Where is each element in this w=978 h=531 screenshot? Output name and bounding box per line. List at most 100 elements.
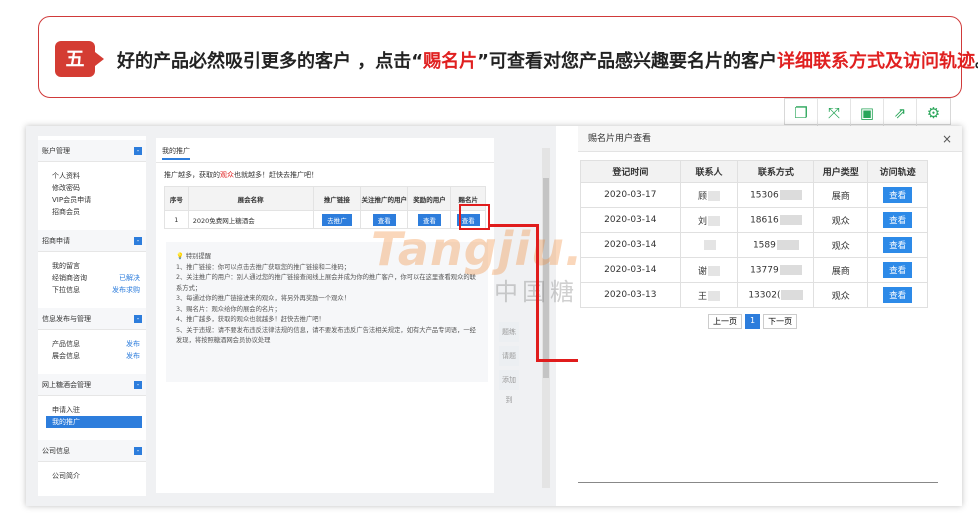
table-row: 2020-03-14 1589 观众 查看: [580, 232, 928, 258]
sidebar-item[interactable]: 经销商咨询 已解决: [38, 272, 146, 284]
sidebar-item[interactable]: VIP会员申请: [38, 194, 146, 206]
sidebar-item-action[interactable]: 发布: [126, 350, 140, 362]
step-badge: 五: [55, 41, 104, 77]
register-date-cell: 2020-03-14: [580, 257, 681, 283]
side-tag[interactable]: 题练: [499, 322, 519, 342]
sidebar-item-action[interactable]: 发布: [126, 338, 140, 350]
notice-title-text: 特别提醒: [185, 253, 212, 260]
col-header: 用户类型: [813, 160, 869, 183]
view-track-button[interactable]: 查看: [883, 237, 913, 253]
arrow-segment: [490, 224, 539, 227]
sidebar-item-label: 下拉信息: [52, 286, 80, 294]
save-icon[interactable]: ▣: [851, 99, 884, 126]
pagination: 上一页 1 下一页: [708, 314, 798, 329]
sidebar-item[interactable]: 公司简介: [38, 470, 146, 482]
sidebar-section-header[interactable]: 网上糖酒会管理 -: [38, 374, 146, 396]
banner-text-part1: 好的产品必然吸引更多的客户 ，点击“: [117, 51, 424, 72]
user-type-cell: 展商: [813, 182, 869, 208]
register-date: 2020-03-14: [604, 215, 657, 225]
register-date-cell: 2020-03-17: [580, 182, 681, 208]
banner-text-part2: ”可查看对您产品感兴趣要名片的客户: [477, 51, 777, 72]
table-row: 2020-03-14 谢 13779 展商 查看: [580, 257, 928, 283]
sidebar-item[interactable]: 招商会员: [38, 206, 146, 218]
redacted-block: [703, 239, 716, 250]
hint-post: 也就越多！赶快去推广吧！: [234, 171, 318, 179]
promote-button[interactable]: 去推广: [322, 213, 352, 226]
contact-phone: 13779: [750, 265, 779, 276]
banner-highlight-contact: 详细联系方式及访问轨迹: [776, 51, 975, 72]
sidebar-item-label: 展会信息: [52, 352, 80, 360]
contact-name-cell: 刘: [679, 207, 739, 233]
view-track-button[interactable]: 查看: [883, 187, 913, 203]
collapse-icon[interactable]: -: [134, 314, 142, 323]
page-1-button[interactable]: 1: [745, 314, 761, 329]
sidebar-item[interactable]: 下拉信息 发布求购: [38, 284, 146, 296]
notice-line: 4、推广越多，获取的观众也就越多！赶快去推广吧！: [176, 316, 325, 323]
view-track-button[interactable]: 查看: [883, 262, 913, 278]
view-track-button-cell: 查看: [867, 282, 928, 308]
redacted-block: [779, 214, 802, 225]
contact-phone-cell: 15306: [737, 182, 815, 208]
notice-line: 3、赐名片：观众给你的展会的名片；: [176, 305, 281, 313]
redacted-block: [708, 291, 721, 301]
sidebar-section-title: 公司信息: [42, 446, 70, 455]
contact-name: 王: [698, 291, 708, 302]
sidebar-item-action[interactable]: 已解决: [119, 272, 140, 284]
sidebar-item[interactable]: 我的留言: [38, 260, 146, 272]
sidebar-section-header[interactable]: 招商申请 -: [38, 230, 146, 252]
contact-name: 刘: [698, 216, 708, 227]
sidebar-item[interactable]: 申请入驻: [38, 404, 146, 416]
sidebar-item-action[interactable]: 发布求购: [112, 284, 140, 296]
sidebar-section-header[interactable]: 信息发布与管理 -: [38, 308, 146, 330]
highlight-box: [459, 204, 490, 230]
contact-name-cell: 王: [679, 282, 739, 308]
expand-icon[interactable]: ⤧: [818, 99, 851, 126]
col-header: 奖励的用户: [407, 186, 452, 211]
collapse-icon[interactable]: -: [134, 446, 142, 455]
contact-name-cell: 顾: [679, 182, 739, 208]
sidebar-item[interactable]: 我的推广: [46, 416, 142, 428]
col-header: 展会名称: [187, 186, 314, 211]
contact-phone: 13302(: [748, 290, 781, 301]
table-row: 2020-03-13 王 13302(观众 查看: [580, 282, 928, 308]
redacted-block: [708, 216, 721, 226]
user-type: 展商: [831, 191, 850, 202]
sidebar-item[interactable]: 个人资料: [38, 170, 146, 182]
sidebar-section-header[interactable]: 公司信息 -: [38, 440, 146, 462]
cell-expo-name: 2020免费网上糖酒会: [187, 210, 314, 229]
sidebar-item[interactable]: 展会信息 发布: [38, 350, 146, 362]
view-track-button[interactable]: 查看: [883, 287, 913, 303]
screenshot-frame: 账户管理 - 个人资料 修改密码 VIP会员申请 招商会员招商申请 - 我的留言 经销商咨询 已解…: [26, 126, 962, 506]
next-page-button[interactable]: 下一页: [763, 314, 798, 329]
col-header: 联系人: [679, 160, 739, 183]
register-date: 2020-03-14: [604, 265, 657, 275]
contact-phone-cell: 18616: [737, 207, 815, 233]
side-tag[interactable]: 添加到: [499, 370, 519, 404]
side-tag[interactable]: 请题: [499, 346, 519, 366]
sidebar-section-header[interactable]: 账户管理 -: [38, 140, 146, 162]
prev-page-button[interactable]: 上一页: [708, 314, 742, 329]
scrollbar[interactable]: [542, 148, 550, 488]
sidebar-item[interactable]: 产品信息 发布: [38, 338, 146, 350]
redacted-block: [779, 189, 802, 200]
sidebar-section-title: 账户管理: [42, 146, 70, 155]
share-icon[interactable]: ⇗: [884, 99, 917, 126]
copy-icon[interactable]: ❐: [785, 99, 818, 126]
side-tags: 题练 请题 添加到: [499, 322, 519, 404]
banner-highlight-card: 赐名片: [423, 51, 478, 72]
collapse-icon[interactable]: -: [134, 380, 142, 389]
card-users-table: 登记时间 联系人 联系方式 用户类型 访问轨迹 2020-03-17 顾 15306…: [580, 160, 928, 308]
collapse-icon[interactable]: -: [134, 146, 142, 155]
sidebar-item[interactable]: 修改密码: [38, 182, 146, 194]
view-track-button[interactable]: 查看: [883, 212, 913, 228]
tab-my-promotion[interactable]: 我的推广: [162, 144, 190, 160]
settings-icon[interactable]: ⚙: [917, 99, 950, 126]
close-icon[interactable]: ×: [942, 126, 952, 152]
collapse-icon[interactable]: -: [134, 236, 142, 245]
view-track-button-cell: 查看: [867, 182, 928, 208]
sidebar-section-title: 网上糖酒会管理: [42, 380, 91, 389]
